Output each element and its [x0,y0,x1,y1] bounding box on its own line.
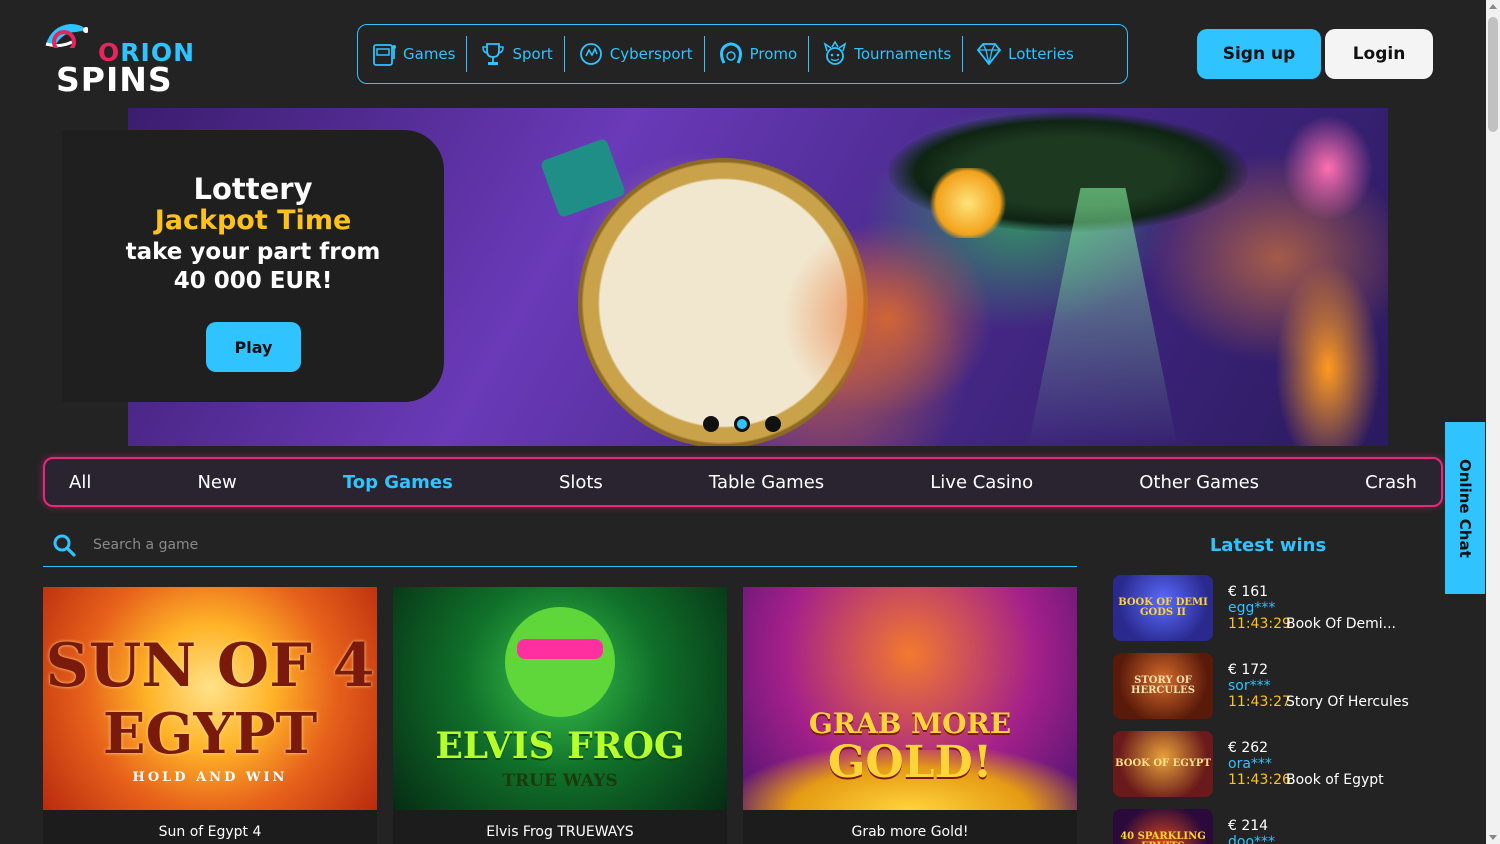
win-game-name: Story Of Hercules [1286,694,1409,710]
nav-item-cybersport[interactable]: Cybersport [565,36,705,72]
orion-spins-logo[interactable]: ORION SPINS [42,16,194,99]
play-button[interactable]: Play [206,322,301,372]
carousel-dots [703,416,781,432]
logo-line-2: SPINS [56,60,173,99]
latest-win-item[interactable]: STORY OF HERCULES € 172 sor*** 11:43:27 … [1113,653,1443,719]
win-game-thumbnail[interactable]: 40 SPARKLING FRUITS [1113,809,1213,844]
win-game-thumbnail[interactable]: BOOK OF DEMI GODS II [1113,575,1213,641]
tab-all[interactable]: All [69,472,91,493]
latest-win-item[interactable]: BOOK OF DEMI GODS II € 161 egg*** 11:43:… [1113,575,1443,641]
game-art-title-2: TRUE WAYS [502,771,618,791]
slot-machine-icon [373,44,396,66]
promo-title: Lottery [193,172,313,206]
carousel-dot-3[interactable] [765,416,781,432]
nav-label-cybersport: Cybersport [609,45,693,63]
horseshoe-icon [719,42,742,64]
nav-item-promo[interactable]: Promo [705,36,810,72]
win-amount: € 262 [1228,740,1269,756]
jester-hat-icon [45,24,88,48]
win-user: doo*** [1228,834,1276,844]
nav-item-tournaments[interactable]: Tournaments [809,36,964,72]
game-search [43,524,1077,567]
latest-wins-title: Latest wins [1209,535,1327,556]
tab-live-casino[interactable]: Live Casino [930,472,1033,493]
game-thumbnail[interactable]: ELVIS FROG TRUE WAYS [393,587,727,810]
scrollbar-thumb[interactable] [1488,17,1498,132]
login-button[interactable]: Login [1325,29,1433,79]
trophy-icon [482,43,505,65]
win-game-name: Book of Egypt [1286,772,1384,788]
tab-table-games[interactable]: Table Games [709,472,824,493]
win-amount: € 172 [1228,662,1269,678]
game-art-title-2: EGYPT [102,701,318,767]
tab-other-games[interactable]: Other Games [1139,472,1259,493]
tab-new[interactable]: New [197,472,236,493]
promo-subtitle: take your part from [125,239,381,265]
promo-highlight: Jackpot Time [154,205,352,236]
carousel-dot-1[interactable] [703,416,719,432]
nav-label-promo: Promo [749,45,798,63]
latest-win-item[interactable]: 40 SPARKLING FRUITS € 214 doo*** [1113,809,1443,844]
win-amount: € 214 [1228,818,1269,834]
scroll-down-arrow-icon[interactable] [1489,835,1497,840]
game-name: Elvis Frog TRUEWAYS [486,824,634,840]
promo-amount: 40 000 EUR! [173,268,333,294]
gift-box-art [539,137,627,219]
nav-label-games: Games [403,45,456,63]
search-icon[interactable] [52,533,76,557]
win-game-thumbnail[interactable]: STORY OF HERCULES [1113,653,1213,719]
game-art-tagline: HOLD AND WIN [132,770,288,785]
category-tabs: All New Top Games Slots Table Games Live… [43,457,1443,507]
nav-label-tournaments: Tournaments [854,45,952,63]
nav-item-games[interactable]: Games [358,36,468,72]
online-chat-label: Online Chat [1456,458,1474,558]
game-name: Grab more Gold! [851,824,969,840]
game-name: Sun of Egypt 4 [158,824,262,840]
search-input[interactable] [93,537,793,553]
game-thumbnail[interactable]: GRAB MORE GOLD! [743,587,1077,810]
online-chat-button[interactable]: Online Chat [1445,422,1485,594]
nav-item-sport[interactable]: Sport [467,36,565,72]
win-time: 11:43:29 [1228,616,1291,632]
game-card-elvis-frog[interactable]: ELVIS FROG TRUE WAYS Elvis Frog TRUEWAYS [393,587,727,844]
game-art-title: GRAB MORE [808,707,1012,740]
page: ORION SPINS Games Sport Cybersport Promo… [0,0,1500,844]
nav-label-sport: Sport [512,45,553,63]
game-art-title-2: GOLD! [827,737,993,788]
nav-item-lotteries[interactable]: Lotteries [963,36,1085,72]
win-time: 11:43:26 [1228,772,1291,788]
game-art-title: SUN OF 4 [45,631,375,701]
tab-top-games[interactable]: Top Games [343,472,453,493]
jester-icon [823,40,847,65]
game-card-sun-of-egypt-4[interactable]: SUN OF 4 EGYPT HOLD AND WIN Sun of Egypt… [43,587,377,844]
win-game-thumbnail[interactable]: BOOK OF EGYPT [1113,731,1213,797]
nav-label-lotteries: Lotteries [1008,45,1074,63]
game-card-grab-more-gold[interactable]: GRAB MORE GOLD! Grab more Gold! [743,587,1077,844]
win-time: 11:43:27 [1228,694,1291,710]
crystal-art [928,168,1008,238]
win-user: sor*** [1228,678,1271,694]
carousel-dot-2[interactable] [734,416,750,432]
win-user: egg*** [1228,600,1276,616]
sign-up-button[interactable]: Sign up [1197,29,1321,79]
latest-win-item[interactable]: BOOK OF EGYPT € 262 ora*** 11:43:26 Book… [1113,731,1443,797]
esports-glove-icon [579,43,602,65]
tab-crash[interactable]: Crash [1365,472,1417,493]
diamond-icon [976,43,1002,66]
game-thumbnail[interactable]: SUN OF 4 EGYPT HOLD AND WIN [43,587,377,810]
win-user: ora*** [1228,756,1272,772]
heroine-art [1258,108,1388,446]
win-game-name: Book Of Demi... [1286,616,1396,632]
game-art-title: ELVIS FROG [435,725,685,767]
scroll-up-arrow-icon[interactable] [1489,4,1497,9]
frog-art [505,607,615,717]
main-nav: Games Sport Cybersport Promo Tournaments… [357,24,1128,84]
win-amount: € 161 [1228,584,1269,600]
page-scrollbar[interactable] [1486,0,1500,844]
sunglasses-art [517,639,603,659]
tab-slots[interactable]: Slots [559,472,603,493]
